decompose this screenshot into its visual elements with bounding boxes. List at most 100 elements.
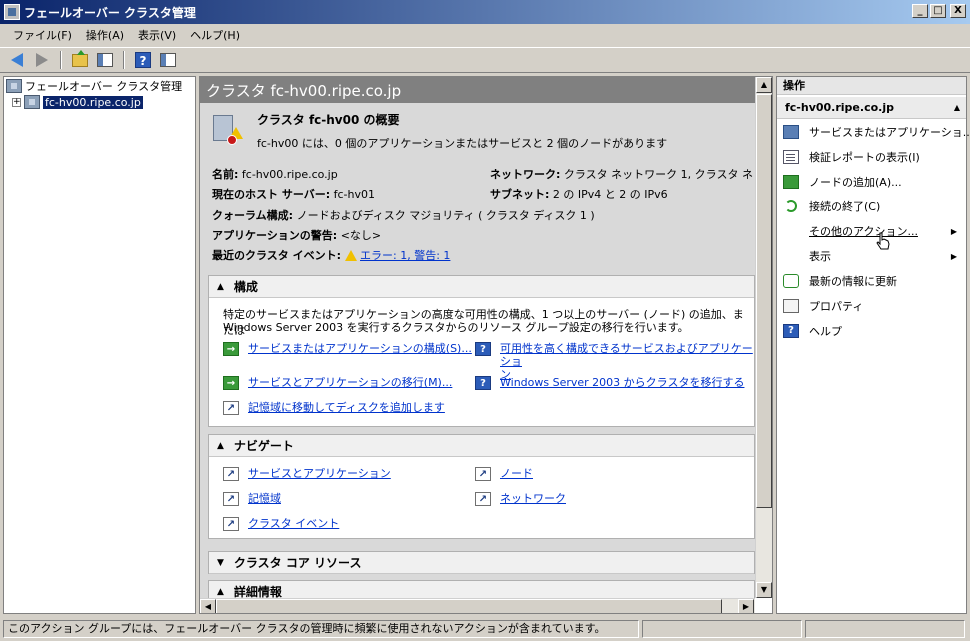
info-app-warning-label: アプリケーションの警告: bbox=[212, 229, 338, 242]
add-storage-action[interactable]: ↗ 記憶域に移動してディスクを追加します bbox=[223, 401, 445, 415]
warning-icon bbox=[345, 249, 358, 261]
action-configure-service-label: サービスまたはアプリケーショ... bbox=[809, 126, 970, 139]
nav-cluster-events-link[interactable]: クラスタ イベント bbox=[248, 517, 339, 530]
action-properties[interactable]: プロパティ bbox=[783, 296, 961, 316]
shortcut-arrow-icon: ↗ bbox=[223, 492, 239, 506]
action-view-report-label: 検証レポートの表示(I) bbox=[809, 151, 920, 164]
configure-service-action[interactable]: → サービスまたはアプリケーションの構成(S)... bbox=[223, 342, 472, 356]
config-section: ▲ 構成 特定のサービスまたはアプリケーションの高度な可用性の構成、1 つ以上の… bbox=[208, 275, 755, 427]
center-header-title: クラスタ fc-hv00.ripe.co.jp bbox=[206, 81, 402, 100]
refresh-icon bbox=[783, 274, 799, 288]
vertical-scrollbar[interactable]: ▲ ▼ bbox=[755, 77, 772, 598]
report-icon bbox=[783, 150, 799, 164]
failover-cluster-icon bbox=[6, 79, 22, 93]
info-name-value: fc-hv00.ripe.co.jp bbox=[241, 168, 338, 181]
up-one-level-button[interactable] bbox=[69, 49, 91, 70]
collapse-icon[interactable]: ▲ bbox=[954, 97, 960, 119]
scroll-down-button[interactable]: ▼ bbox=[756, 582, 772, 598]
scroll-up-button[interactable]: ▲ bbox=[756, 77, 772, 93]
migrate-service-link[interactable]: サービスとアプリケーションの移行(M)... bbox=[248, 376, 452, 389]
window-title: フェールオーバー クラスタ管理 bbox=[24, 5, 196, 20]
action-add-node[interactable]: ノードの追加(A)... bbox=[783, 172, 961, 192]
menu-bar: ファイル(F) 操作(A) 表示(V) ヘルプ(H) bbox=[0, 24, 970, 46]
back-arrow-icon bbox=[11, 53, 23, 67]
action-refresh[interactable]: 最新の情報に更新 bbox=[783, 271, 961, 291]
config-section-title: 構成 bbox=[233, 280, 258, 294]
help-button[interactable]: ? bbox=[132, 50, 154, 70]
minimize-button[interactable]: _ bbox=[912, 4, 928, 18]
status-panel-3 bbox=[805, 620, 965, 638]
action-more-actions[interactable]: その他のアクション... ▶ bbox=[783, 221, 961, 241]
tree-item-cluster[interactable]: + fc-hv00.ripe.co.jp bbox=[12, 94, 143, 110]
action-view[interactable]: 表示 ▶ bbox=[783, 246, 961, 266]
nav-networks[interactable]: ↗ ネットワーク bbox=[475, 492, 566, 506]
scroll-left-button[interactable]: ◀ bbox=[200, 599, 216, 613]
add-storage-link[interactable]: 記憶域に移動してディスクを追加します bbox=[248, 401, 445, 414]
close-button[interactable]: X bbox=[950, 4, 966, 18]
help-icon: ? bbox=[475, 342, 491, 356]
action-help[interactable]: ? ヘルプ bbox=[783, 321, 961, 341]
menu-file[interactable]: ファイル(F) bbox=[6, 25, 79, 45]
nav-services-link[interactable]: サービスとアプリケーション bbox=[248, 467, 391, 480]
info-name: 名前: fc-hv00.ripe.co.jp bbox=[212, 166, 338, 182]
migrate-ws2003-help[interactable]: ? Windows Server 2003 からクラスタを移行する bbox=[475, 376, 744, 390]
show-hide-action-pane-button[interactable] bbox=[157, 50, 179, 70]
info-quorum-label: クォーラム構成: bbox=[212, 209, 294, 222]
nav-storage-link[interactable]: 記憶域 bbox=[248, 492, 281, 505]
expand-icon[interactable]: + bbox=[12, 97, 21, 107]
info-subnet-value: 2 の IPv4 と 2 の IPv6 bbox=[552, 188, 668, 201]
migrate-service-action[interactable]: → サービスとアプリケーションの移行(M)... bbox=[223, 376, 452, 390]
actions-subheader-title: fc-hv00.ripe.co.jp bbox=[785, 101, 894, 114]
horizontal-scrollbar[interactable]: ◀ ▶ bbox=[200, 598, 755, 613]
nav-storage[interactable]: ↗ 記憶域 bbox=[223, 492, 281, 506]
info-name-label: 名前: bbox=[212, 168, 239, 181]
maximize-button[interactable]: □ bbox=[930, 4, 946, 18]
center-header: クラスタ fc-hv00.ripe.co.jp bbox=[200, 77, 755, 103]
menu-view[interactable]: 表示(V) bbox=[131, 25, 183, 45]
menu-help[interactable]: ヘルプ(H) bbox=[183, 25, 247, 45]
title-bar: フェールオーバー クラスタ管理 _ □ X bbox=[0, 0, 970, 24]
nav-networks-link[interactable]: ネットワーク bbox=[500, 492, 566, 505]
nav-nodes-link[interactable]: ノード bbox=[500, 467, 533, 480]
status-message: このアクション グループには、フェールオーバー クラスタの管理時に頻繁に使用され… bbox=[3, 620, 639, 638]
collapse-icon: ▲ bbox=[217, 586, 224, 597]
events-link[interactable]: エラー: 1, 警告: 1 bbox=[360, 247, 450, 263]
config-section-header[interactable]: ▲ 構成 bbox=[209, 276, 754, 298]
show-hide-tree-button[interactable] bbox=[94, 50, 116, 70]
horizontal-scroll-thumb[interactable] bbox=[216, 599, 722, 613]
menu-action[interactable]: 操作(A) bbox=[79, 25, 131, 45]
tree-root[interactable]: フェールオーバー クラスタ管理 bbox=[6, 78, 182, 94]
back-button[interactable] bbox=[6, 50, 28, 70]
info-network: ネットワーク: クラスタ ネットワーク 1, クラスタ ネットワーク 2 bbox=[490, 166, 755, 182]
navigate-section-header[interactable]: ▲ ナビゲート bbox=[209, 435, 754, 457]
action-configure-service[interactable]: サービスまたはアプリケーショ... bbox=[783, 122, 970, 142]
action-properties-label: プロパティ bbox=[809, 300, 864, 313]
submenu-arrow-icon: ▶ bbox=[950, 226, 957, 236]
info-events-label: 最近のクラスタ イベント: bbox=[212, 249, 342, 262]
vertical-scroll-thumb[interactable] bbox=[756, 94, 772, 508]
config-description-2: Windows Server 2003 を実行するクラスタからのリソース グルー… bbox=[223, 321, 689, 334]
nav-nodes[interactable]: ↗ ノード bbox=[475, 467, 533, 481]
action-close-connection[interactable]: 接続の終了(C) bbox=[783, 196, 961, 216]
summary-title: クラスタ fc-hv00 の概要 bbox=[257, 113, 400, 127]
shortcut-arrow-icon: ↗ bbox=[223, 517, 239, 531]
migrate-ws2003-link[interactable]: Windows Server 2003 からクラスタを移行する bbox=[500, 376, 744, 389]
forward-button[interactable] bbox=[31, 50, 53, 70]
configure-service-link[interactable]: サービスまたはアプリケーションの構成(S)... bbox=[248, 342, 472, 355]
nav-cluster-events[interactable]: ↗ クラスタ イベント bbox=[223, 517, 339, 531]
expand-icon: ▼ bbox=[217, 557, 224, 568]
actions-subheader[interactable]: fc-hv00.ripe.co.jp ▲ bbox=[777, 97, 966, 119]
action-view-label: 表示 bbox=[809, 250, 831, 263]
scroll-right-button[interactable]: ▶ bbox=[738, 599, 754, 613]
info-network-value: クラスタ ネットワーク 1, クラスタ ネットワーク 2 bbox=[563, 168, 755, 181]
nav-services[interactable]: ↗ サービスとアプリケーション bbox=[223, 467, 391, 481]
core-resources-header[interactable]: ▼ クラスタ コア リソース bbox=[209, 552, 754, 574]
navigate-section: ▲ ナビゲート ↗ サービスとアプリケーション ↗ 記憶域 ↗ クラスタ イベン… bbox=[208, 434, 755, 539]
actions-pane: 操作 fc-hv00.ripe.co.jp ▲ サービスまたはアプリケーショ..… bbox=[776, 76, 970, 614]
forward-arrow-icon bbox=[36, 53, 48, 67]
core-resources-section: ▼ クラスタ コア リソース bbox=[208, 551, 755, 574]
info-subnet-label: サブネット: bbox=[490, 188, 550, 201]
help-icon: ? bbox=[475, 376, 491, 390]
action-view-report[interactable]: 検証レポートの表示(I) bbox=[783, 147, 961, 167]
show-hide-action-pane-icon bbox=[160, 53, 176, 67]
